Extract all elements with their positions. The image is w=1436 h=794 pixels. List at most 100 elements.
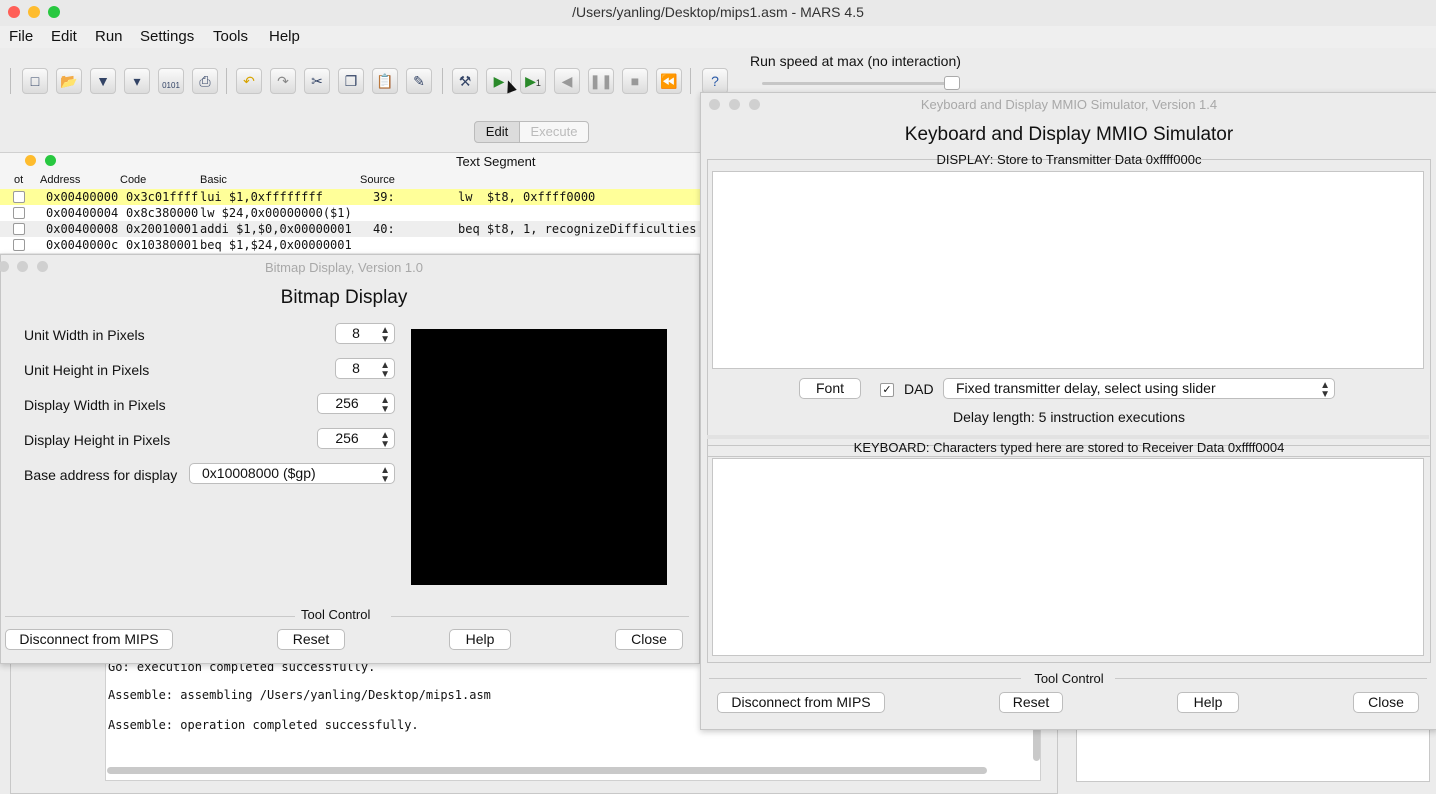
window-title: /Users/yanling/Desktop/mips1.asm - MARS … [572, 4, 864, 20]
unit-width-label: Unit Width in Pixels [24, 327, 145, 343]
undo-icon[interactable]: ↶ [236, 68, 262, 94]
breakpoint-checkbox[interactable] [13, 207, 25, 219]
updown-arrows-icon: ▲ ▼ [1320, 380, 1330, 400]
display-group-label: DISPLAY: Store to Transmitter Data 0xfff… [936, 152, 1202, 167]
text-segment-title: Text Segment [456, 154, 536, 169]
table-row[interactable]: 0x00400004 0x8c380000 lw $24,0x00000000(… [0, 205, 700, 221]
cut-icon[interactable]: ✂ [304, 68, 330, 94]
display-width-select[interactable]: 256 ▲ ▼ [317, 393, 395, 415]
tool-control-divider [391, 616, 689, 617]
copy-icon[interactable]: ❐ [338, 68, 364, 94]
delay-mode-value: Fixed transmitter delay, select using sl… [956, 380, 1216, 396]
base-address-label: Base address for display [24, 467, 178, 483]
toolbar-grip [10, 68, 11, 94]
horizontal-scrollbar[interactable] [107, 767, 987, 774]
menu-settings[interactable]: Settings [140, 28, 194, 45]
split-divider[interactable] [707, 435, 1429, 439]
message-line: Assemble: operation completed successful… [108, 718, 419, 732]
maximize-panel-icon[interactable] [45, 155, 56, 166]
row-address: 0x00400004 [46, 206, 119, 220]
print-icon[interactable]: ⎙ [192, 68, 218, 94]
column-source: Source [360, 174, 395, 186]
display-height-label: Display Height in Pixels [24, 432, 171, 448]
reset-button[interactable]: Reset [277, 629, 345, 650]
redo-icon[interactable]: ↷ [270, 68, 296, 94]
unit-width-value: 8 [352, 325, 360, 341]
font-button[interactable]: Font [799, 378, 861, 399]
column-bkpt: ot [14, 174, 24, 186]
menu-file[interactable]: File [9, 28, 33, 45]
menu-edit[interactable]: Edit [51, 28, 77, 45]
row-code: 0x10380001 [126, 238, 199, 252]
save-as-icon[interactable]: ▾ [124, 68, 150, 94]
mmio-heading: Keyboard and Display MMIO Simulator [904, 124, 1234, 145]
mmio-simulator-window: Keyboard and Display MMIO Simulator, Ver… [700, 92, 1436, 730]
table-row[interactable]: 0x00400008 0x20010001 addi $1,$0,0x00000… [0, 221, 700, 237]
delay-mode-select[interactable]: Fixed transmitter delay, select using sl… [943, 378, 1335, 400]
bitmap-canvas [411, 329, 667, 585]
unit-height-label: Unit Height in Pixels [24, 362, 150, 378]
toolbar-separator [226, 68, 227, 94]
row-line: 40: [373, 222, 395, 236]
tab-edit[interactable]: Edit [474, 121, 520, 143]
help-icon[interactable]: ? [702, 68, 728, 94]
toolbar-separator [442, 68, 443, 94]
pause-icon[interactable]: ❚❚ [588, 68, 614, 94]
row-basic: lui $1,0xffffffff [200, 190, 323, 204]
breakpoint-checkbox[interactable] [13, 239, 25, 251]
reset-icon[interactable]: ⏪ [656, 68, 682, 94]
unit-width-select[interactable]: 8 ▲ ▼ [335, 323, 395, 345]
find-replace-icon[interactable]: ✎ [406, 68, 432, 94]
main-title-bar: /Users/yanling/Desktop/mips1.asm - MARS … [0, 0, 1436, 27]
updown-arrows-icon: ▲ ▼ [380, 465, 390, 485]
disconnect-button[interactable]: Disconnect from MIPS [5, 629, 173, 650]
new-file-icon[interactable]: □ [22, 68, 48, 94]
close-button[interactable]: Close [615, 629, 683, 650]
reset-button[interactable]: Reset [999, 692, 1063, 713]
paste-icon[interactable]: 📋 [372, 68, 398, 94]
dad-checkbox[interactable]: ✓ [880, 383, 894, 397]
display-width-label: Display Width in Pixels [24, 397, 166, 413]
backstep-icon[interactable]: ◀ [554, 68, 580, 94]
breakpoint-checkbox[interactable] [13, 191, 25, 203]
vertical-scrollbar[interactable] [1033, 727, 1040, 761]
menu-tools[interactable]: Tools [213, 28, 248, 45]
bitmap-heading: Bitmap Display [280, 287, 408, 308]
menu-help[interactable]: Help [269, 28, 300, 45]
step-icon[interactable]: ▶1 [520, 68, 546, 94]
stop-icon[interactable]: ■ [622, 68, 648, 94]
row-code: 0x3c01ffff [126, 190, 199, 204]
breakpoint-checkbox[interactable] [13, 223, 25, 235]
display-height-select[interactable]: 256 ▲ ▼ [317, 428, 395, 450]
base-address-select[interactable]: 0x10008000 ($gp) ▲ ▼ [189, 463, 395, 485]
run-speed-slider-track[interactable] [762, 82, 958, 85]
row-basic: addi $1,$0,0x00000001 [200, 222, 352, 236]
table-row[interactable]: 0x0040000c 0x10380001 beq $1,$24,0x00000… [0, 237, 700, 253]
run-speed-label: Run speed at max (no interaction) [750, 53, 961, 69]
help-button[interactable]: Help [1177, 692, 1239, 713]
row-source: beq $t8, 1, recognizeDifficulties [458, 222, 697, 236]
minimize-panel-icon[interactable] [25, 155, 36, 166]
mmio-title-bar: Keyboard and Display MMIO Simulator, Ver… [701, 93, 1436, 115]
display-text-area[interactable] [712, 171, 1424, 369]
row-code: 0x8c380000 [126, 206, 199, 220]
row-line: 39: [373, 190, 395, 204]
close-button[interactable]: Close [1353, 692, 1419, 713]
menu-run[interactable]: Run [95, 28, 123, 45]
assemble-icon[interactable]: ⚒ [452, 68, 478, 94]
keyboard-text-area[interactable] [712, 458, 1424, 656]
updown-arrows-icon: ▲ ▼ [380, 395, 390, 415]
tab-execute[interactable]: Execute [519, 121, 589, 143]
table-row[interactable]: 0x00400000 0x3c01ffff lui $1,0xffffffff … [0, 189, 700, 205]
open-icon[interactable]: 📂 [56, 68, 82, 94]
bitmap-display-window: Bitmap Display, Version 1.0 Bitmap Displ… [0, 254, 700, 664]
unit-height-select[interactable]: 8 ▲ ▼ [335, 358, 395, 380]
display-width-value: 256 [335, 395, 359, 411]
dump-icon[interactable]: 0101 [158, 68, 184, 94]
run-speed-slider-thumb[interactable] [944, 76, 960, 90]
step-count-label: 1 [535, 78, 541, 88]
help-button[interactable]: Help [449, 629, 511, 650]
disconnect-button[interactable]: Disconnect from MIPS [717, 692, 885, 713]
dad-label: DAD [904, 381, 934, 397]
save-icon[interactable]: ▼ [90, 68, 116, 94]
